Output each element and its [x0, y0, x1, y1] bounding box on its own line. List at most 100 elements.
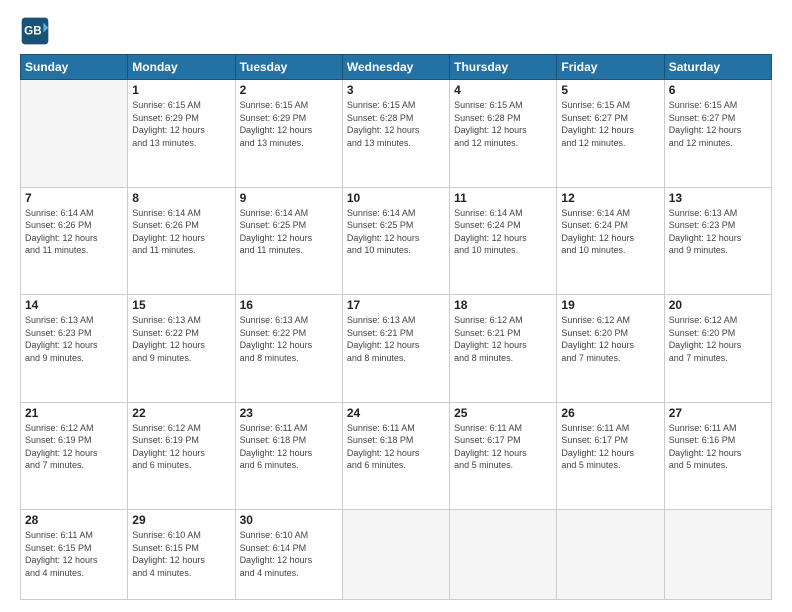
calendar-cell: 18 Sunrise: 6:12 AM Sunset: 6:21 PM Dayli… — [450, 295, 557, 403]
calendar-cell: 7 Sunrise: 6:14 AM Sunset: 6:26 PM Daylig… — [21, 187, 128, 295]
calendar-header-monday: Monday — [128, 55, 235, 80]
day-number: 6 — [669, 83, 767, 97]
day-info: Sunrise: 6:10 AM Sunset: 6:15 PM Dayligh… — [132, 529, 230, 579]
day-number: 24 — [347, 406, 445, 420]
day-number: 18 — [454, 298, 552, 312]
day-info: Sunrise: 6:13 AM Sunset: 6:23 PM Dayligh… — [669, 207, 767, 257]
day-info: Sunrise: 6:14 AM Sunset: 6:26 PM Dayligh… — [132, 207, 230, 257]
day-info: Sunrise: 6:11 AM Sunset: 6:17 PM Dayligh… — [561, 422, 659, 472]
calendar-cell — [557, 510, 664, 600]
calendar-cell: 23 Sunrise: 6:11 AM Sunset: 6:18 PM Dayli… — [235, 402, 342, 510]
day-number: 11 — [454, 191, 552, 205]
logo-icon: GB — [20, 16, 50, 46]
day-number: 10 — [347, 191, 445, 205]
calendar-cell: 22Sunrise: 6:12 AM Sunset: 6:19 PM Dayli… — [128, 402, 235, 510]
day-info: Sunrise: 6:14 AM Sunset: 6:24 PM Dayligh… — [454, 207, 552, 257]
calendar-header-friday: Friday — [557, 55, 664, 80]
calendar-header-thursday: Thursday — [450, 55, 557, 80]
day-info: Sunrise: 6:11 AM Sunset: 6:18 PM Dayligh… — [347, 422, 445, 472]
calendar-cell: 21 Sunrise: 6:12 AM Sunset: 6:19 PM Dayli… — [21, 402, 128, 510]
logo: GB — [20, 16, 54, 46]
day-info: Sunrise: 6:14 AM Sunset: 6:25 PM Dayligh… — [240, 207, 338, 257]
day-info: Sunrise: 6:14 AM Sunset: 6:25 PM Dayligh… — [347, 207, 445, 257]
day-number: 20 — [669, 298, 767, 312]
day-info: Sunrise: 6:15 AM Sunset: 6:28 PM Dayligh… — [454, 99, 552, 149]
calendar-cell — [342, 510, 449, 600]
day-number: 13 — [669, 191, 767, 205]
calendar-cell: 24 Sunrise: 6:11 AM Sunset: 6:18 PM Dayli… — [342, 402, 449, 510]
day-info: Sunrise: 6:13 AM Sunset: 6:21 PM Dayligh… — [347, 314, 445, 364]
day-number: 25 — [454, 406, 552, 420]
day-number: 1 — [132, 83, 230, 97]
day-number: 3 — [347, 83, 445, 97]
day-number: 12 — [561, 191, 659, 205]
calendar-cell: 13 Sunrise: 6:13 AM Sunset: 6:23 PM Dayli… — [664, 187, 771, 295]
day-info: Sunrise: 6:11 AM Sunset: 6:16 PM Dayligh… — [669, 422, 767, 472]
day-info: Sunrise: 6:12 AM Sunset: 6:20 PM Dayligh… — [561, 314, 659, 364]
day-info: Sunrise: 6:13 AM Sunset: 6:23 PM Dayligh… — [25, 314, 123, 364]
calendar-cell: 26 Sunrise: 6:11 AM Sunset: 6:17 PM Dayli… — [557, 402, 664, 510]
day-number: 4 — [454, 83, 552, 97]
day-number: 9 — [240, 191, 338, 205]
calendar-cell: 1 Sunrise: 6:15 AM Sunset: 6:29 PM Daylig… — [128, 80, 235, 188]
calendar-cell: 19 Sunrise: 6:12 AM Sunset: 6:20 PM Dayli… — [557, 295, 664, 403]
day-info: Sunrise: 6:14 AM Sunset: 6:24 PM Dayligh… — [561, 207, 659, 257]
calendar-cell: 16 Sunrise: 6:13 AM Sunset: 6:22 PM Dayli… — [235, 295, 342, 403]
calendar-cell: 9 Sunrise: 6:14 AM Sunset: 6:25 PM Daylig… — [235, 187, 342, 295]
day-number: 17 — [347, 298, 445, 312]
day-info: Sunrise: 6:12 AM Sunset: 6:19 PM Dayligh… — [132, 422, 230, 472]
day-number: 19 — [561, 298, 659, 312]
day-info: Sunrise: 6:13 AM Sunset: 6:22 PM Dayligh… — [240, 314, 338, 364]
day-number: 23 — [240, 406, 338, 420]
svg-text:GB: GB — [24, 24, 41, 37]
calendar-cell: 3 Sunrise: 6:15 AM Sunset: 6:28 PM Daylig… — [342, 80, 449, 188]
calendar-cell: 8 Sunrise: 6:14 AM Sunset: 6:26 PM Daylig… — [128, 187, 235, 295]
calendar-cell: 12 Sunrise: 6:14 AM Sunset: 6:24 PM Dayli… — [557, 187, 664, 295]
calendar-cell — [664, 510, 771, 600]
day-number: 16 — [240, 298, 338, 312]
calendar-cell: 27 Sunrise: 6:11 AM Sunset: 6:16 PM Dayli… — [664, 402, 771, 510]
calendar-cell: 20Sunrise: 6:12 AM Sunset: 6:20 PM Dayli… — [664, 295, 771, 403]
calendar-cell: 17 Sunrise: 6:13 AM Sunset: 6:21 PM Dayli… — [342, 295, 449, 403]
day-info: Sunrise: 6:15 AM Sunset: 6:27 PM Dayligh… — [669, 99, 767, 149]
day-number: 29 — [132, 513, 230, 527]
day-info: Sunrise: 6:11 AM Sunset: 6:17 PM Dayligh… — [454, 422, 552, 472]
day-number: 8 — [132, 191, 230, 205]
day-number: 30 — [240, 513, 338, 527]
day-number: 21 — [25, 406, 123, 420]
calendar-header-sunday: Sunday — [21, 55, 128, 80]
calendar-cell — [21, 80, 128, 188]
day-number: 28 — [25, 513, 123, 527]
day-number: 27 — [669, 406, 767, 420]
day-number: 15 — [132, 298, 230, 312]
day-number: 2 — [240, 83, 338, 97]
day-info: Sunrise: 6:13 AM Sunset: 6:22 PM Dayligh… — [132, 314, 230, 364]
calendar-header-saturday: Saturday — [664, 55, 771, 80]
day-number: 14 — [25, 298, 123, 312]
calendar-cell: 10 Sunrise: 6:14 AM Sunset: 6:25 PM Dayli… — [342, 187, 449, 295]
day-info: Sunrise: 6:15 AM Sunset: 6:28 PM Dayligh… — [347, 99, 445, 149]
day-number: 7 — [25, 191, 123, 205]
calendar-cell: 25 Sunrise: 6:11 AM Sunset: 6:17 PM Dayli… — [450, 402, 557, 510]
day-number: 5 — [561, 83, 659, 97]
calendar-cell: 14 Sunrise: 6:13 AM Sunset: 6:23 PM Dayli… — [21, 295, 128, 403]
calendar-cell: 11 Sunrise: 6:14 AM Sunset: 6:24 PM Dayli… — [450, 187, 557, 295]
calendar-cell: 15 Sunrise: 6:13 AM Sunset: 6:22 PM Dayli… — [128, 295, 235, 403]
day-info: Sunrise: 6:12 AM Sunset: 6:21 PM Dayligh… — [454, 314, 552, 364]
day-info: Sunrise: 6:12 AM Sunset: 6:19 PM Dayligh… — [25, 422, 123, 472]
calendar-cell: 30 Sunrise: 6:10 AM Sunset: 6:14 PM Dayli… — [235, 510, 342, 600]
calendar-cell — [450, 510, 557, 600]
day-info: Sunrise: 6:11 AM Sunset: 6:15 PM Dayligh… — [25, 529, 123, 579]
calendar-header-wednesday: Wednesday — [342, 55, 449, 80]
calendar: SundayMondayTuesdayWednesdayThursdayFrid… — [20, 54, 772, 600]
calendar-cell: 5Sunrise: 6:15 AM Sunset: 6:27 PM Daylig… — [557, 80, 664, 188]
day-info: Sunrise: 6:15 AM Sunset: 6:29 PM Dayligh… — [132, 99, 230, 149]
calendar-cell: 4 Sunrise: 6:15 AM Sunset: 6:28 PM Daylig… — [450, 80, 557, 188]
calendar-cell: 6 Sunrise: 6:15 AM Sunset: 6:27 PM Daylig… — [664, 80, 771, 188]
day-number: 26 — [561, 406, 659, 420]
day-info: Sunrise: 6:10 AM Sunset: 6:14 PM Dayligh… — [240, 529, 338, 579]
day-info: Sunrise: 6:14 AM Sunset: 6:26 PM Dayligh… — [25, 207, 123, 257]
calendar-cell: 29 Sunrise: 6:10 AM Sunset: 6:15 PM Dayli… — [128, 510, 235, 600]
calendar-cell: 28 Sunrise: 6:11 AM Sunset: 6:15 PM Dayli… — [21, 510, 128, 600]
day-info: Sunrise: 6:11 AM Sunset: 6:18 PM Dayligh… — [240, 422, 338, 472]
